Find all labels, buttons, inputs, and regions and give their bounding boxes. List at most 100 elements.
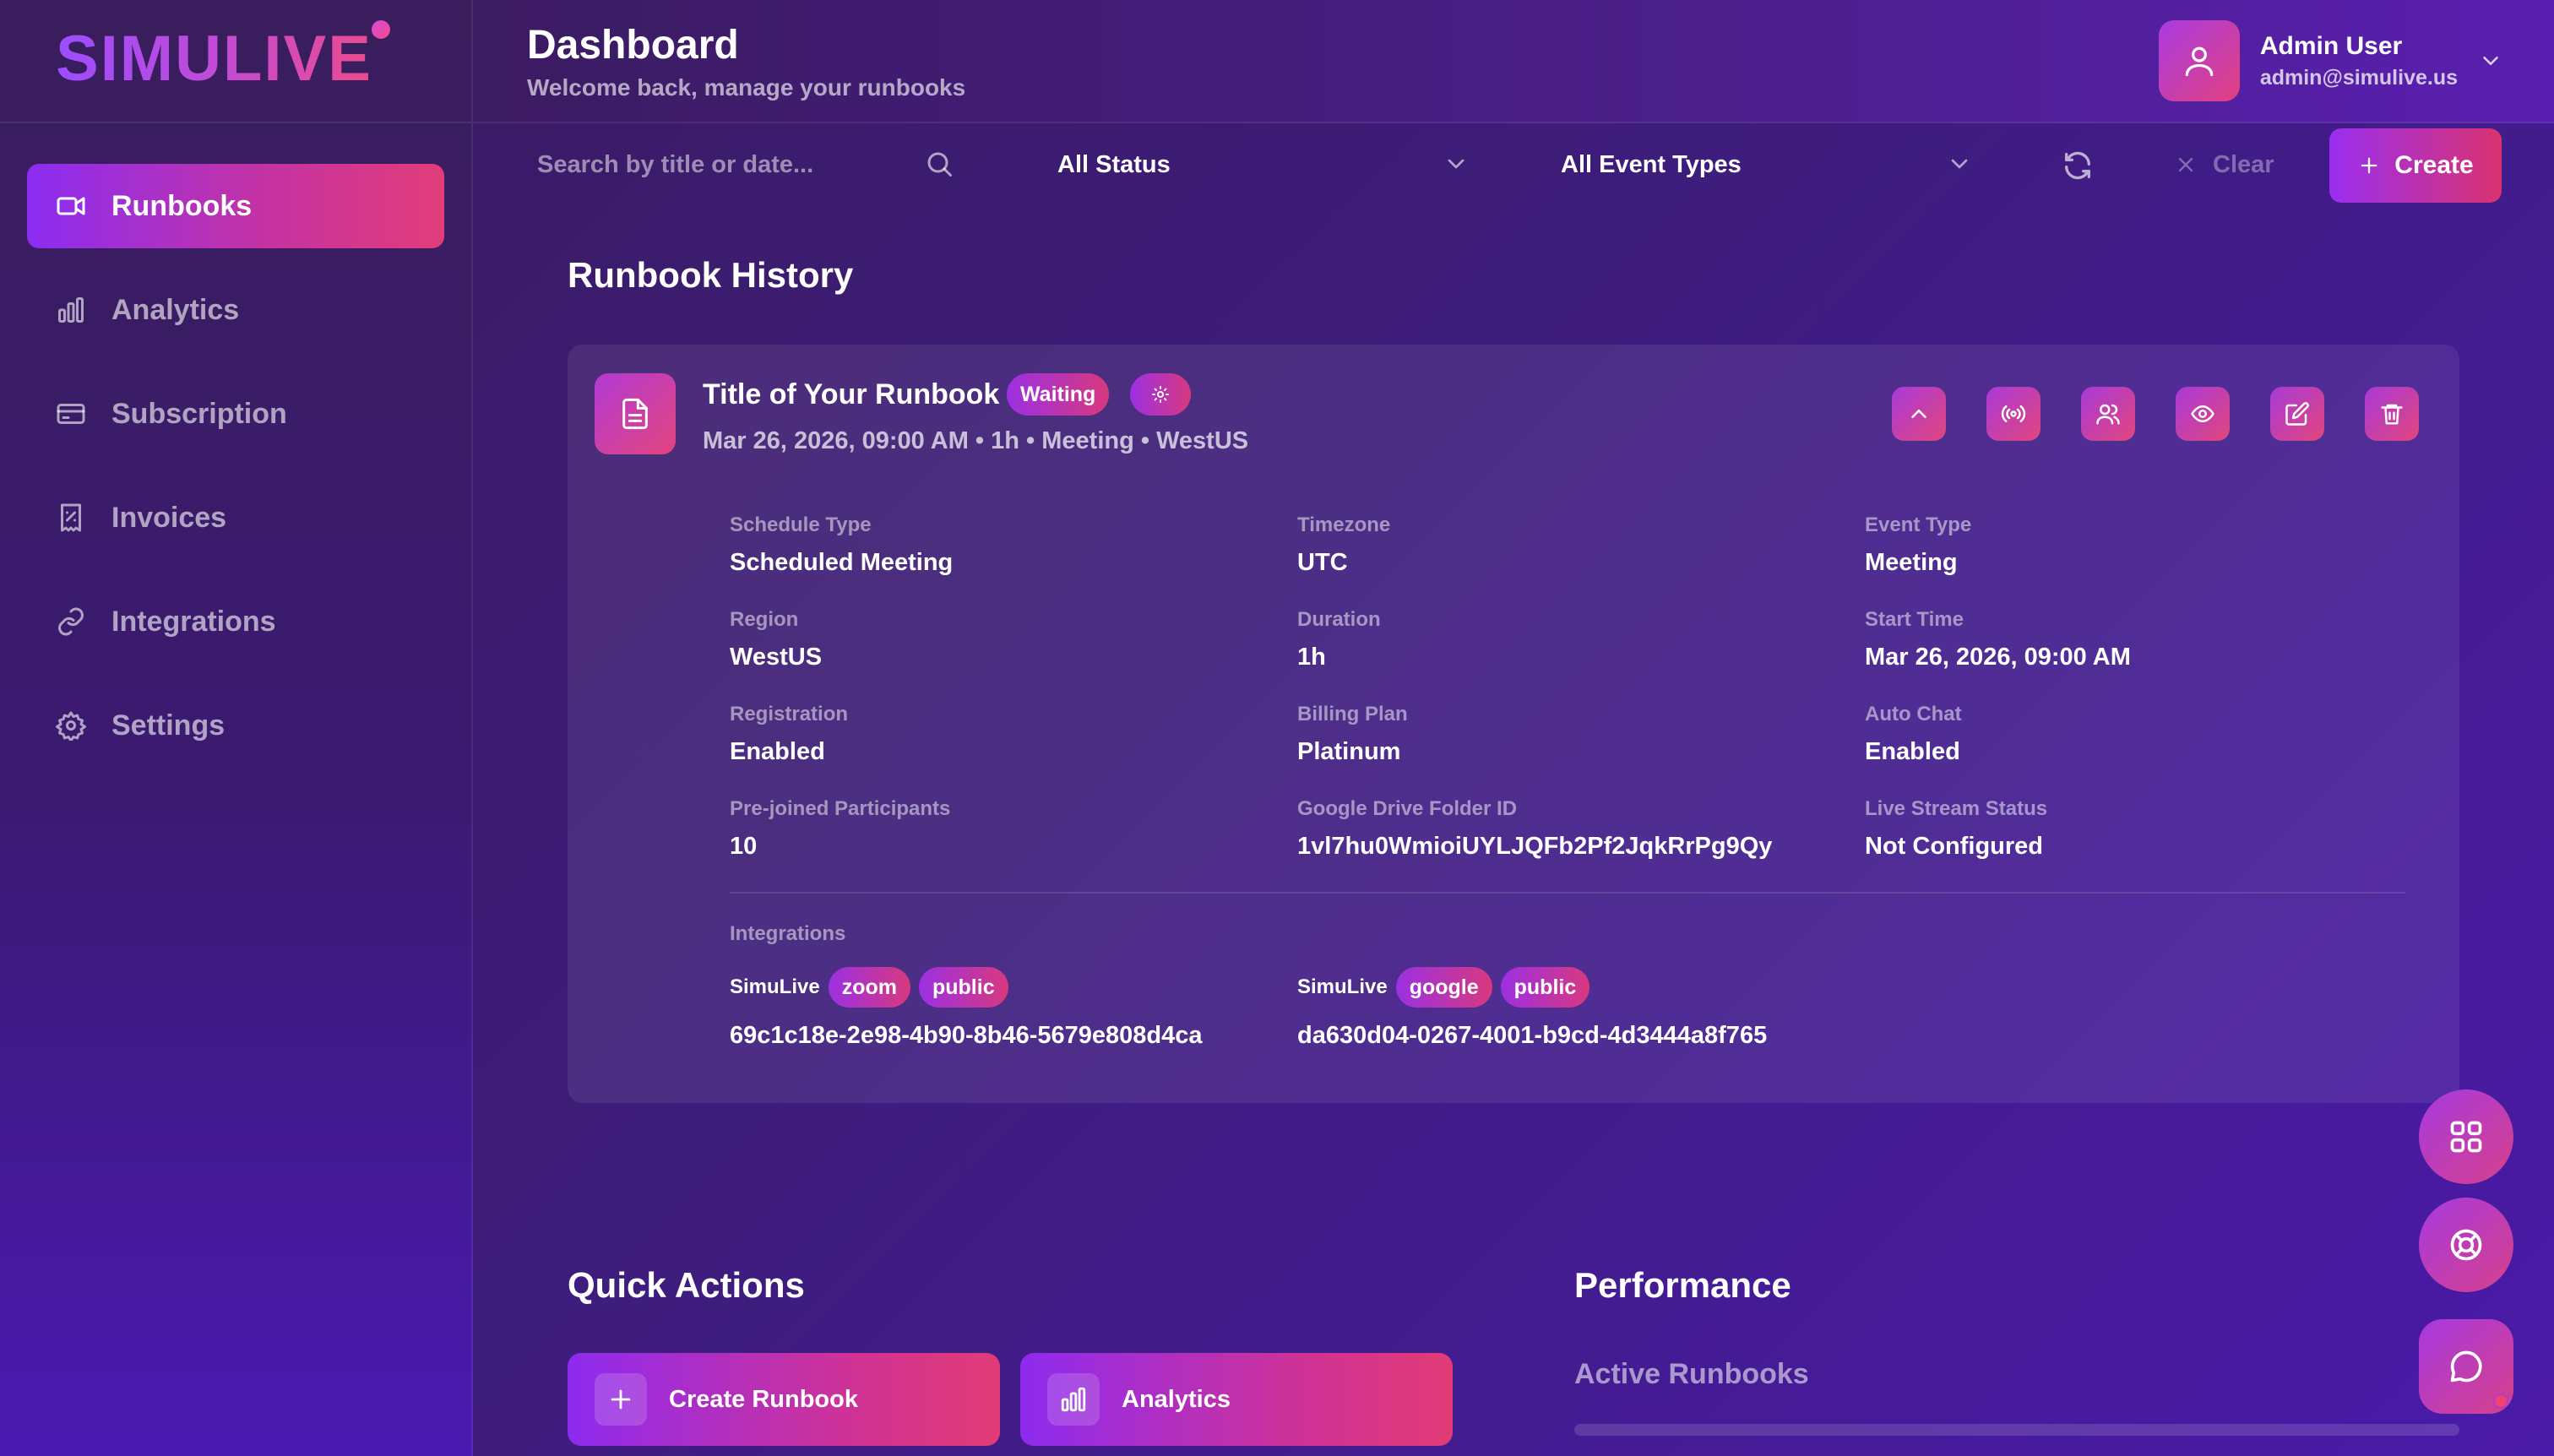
lifebuoy-icon (2450, 1229, 2482, 1261)
refresh-icon[interactable] (2061, 149, 2095, 182)
search-box (527, 135, 966, 194)
sidebar-item-settings[interactable]: Settings (27, 683, 444, 768)
user-info: Admin User admin@simulive.us (2260, 32, 2458, 90)
field-label: Pre-joined Participants (730, 797, 951, 820)
edit-button[interactable] (2270, 387, 2324, 441)
field-label: Live Stream Status (1865, 797, 2048, 820)
user-menu[interactable]: Admin User admin@simulive.us (2158, 20, 2503, 101)
event-type-filter-value: All Event Types (1561, 150, 1742, 178)
page-subtitle: Welcome back, manage your runbooks (527, 74, 966, 101)
document-icon (595, 373, 676, 454)
active-runbooks-label: Active Runbooks (1574, 1358, 1809, 1390)
field-registration: Registration Enabled (730, 703, 848, 766)
sidebar-item-runbooks[interactable]: Runbooks (27, 164, 444, 248)
integration-id: 69c1c18e-2e98-4b90-8b46-5679e808d4ca (730, 1022, 1203, 1049)
sidebar-item-label: Runbooks (111, 189, 253, 222)
create-button[interactable]: Create (2329, 128, 2502, 203)
status-badge: Waiting (1007, 373, 1110, 416)
gear-icon (1152, 386, 1169, 403)
integration-name: SimuLive (1297, 975, 1388, 998)
field-label: Start Time (1865, 608, 1964, 631)
field-label: Registration (730, 703, 849, 725)
clear-button[interactable]: Clear (2174, 135, 2301, 194)
integration-tag: zoom (828, 967, 910, 1008)
integrations-label: Integrations (730, 922, 846, 945)
integration-item: SimuLive zoom public 69c1c18e-2e98-4b90-… (730, 966, 1203, 1050)
sidebar-item-label: Invoices (111, 501, 227, 534)
broadcast-button[interactable] (1986, 387, 2040, 441)
avatar[interactable] (2158, 20, 2240, 101)
eye-icon (2191, 405, 2214, 422)
analytics-button[interactable]: Analytics (1020, 1353, 1453, 1446)
sidebar-item-integrations[interactable]: Integrations (27, 579, 444, 664)
chat-icon (2450, 1350, 2482, 1383)
view-button[interactable] (2176, 387, 2230, 441)
gear-icon (56, 711, 86, 741)
integration-tag: google (1395, 967, 1492, 1008)
sidebar-nav: Runbooks Analytics Subscription Invoices… (27, 164, 444, 787)
close-icon (2178, 157, 2193, 172)
integration-tag: public (1500, 967, 1590, 1008)
runbook-history-title: Runbook History (568, 255, 854, 295)
delete-button[interactable] (2365, 387, 2419, 441)
status-filter-select[interactable]: All Status (1057, 135, 1470, 194)
chevron-down-icon (1448, 159, 1464, 169)
field-label: Schedule Type (730, 513, 872, 536)
collapse-button[interactable] (1892, 387, 1946, 441)
create-runbook-button[interactable]: Create Runbook (568, 1353, 1000, 1446)
field-label: Timezone (1297, 513, 1391, 536)
field-value: Platinum (1297, 738, 1401, 765)
top-header: Dashboard Welcome back, manage your runb… (473, 0, 2554, 123)
apps-button[interactable] (2419, 1089, 2513, 1184)
search-icon[interactable] (924, 149, 954, 179)
grid-icon (2450, 1121, 2482, 1153)
sidebar-item-invoices[interactable]: Invoices (27, 475, 444, 560)
broadcast-icon (2001, 405, 2026, 422)
sidebar-item-label: Subscription (111, 397, 287, 430)
runbook-meta: Mar 26, 2026, 09:00 AM • 1h • Meeting • … (703, 427, 1249, 454)
user-icon (2185, 46, 2214, 77)
bar-chart-icon (58, 297, 84, 323)
field-auto-chat: Auto Chat Enabled (1865, 703, 1962, 766)
field-value: Enabled (1865, 738, 1960, 765)
plus-icon (2361, 157, 2377, 174)
chat-button[interactable] (2419, 1319, 2513, 1414)
notification-dot (2493, 1394, 2508, 1409)
field-label: Duration (1297, 608, 1381, 631)
field-google-drive-folder-id: Google Drive Folder ID 1vl7hu0WmioiUYLJQ… (1297, 797, 1772, 861)
integration-item: SimuLive google public da630d04-0267-400… (1297, 966, 1767, 1050)
sidebar-item-analytics[interactable]: Analytics (27, 268, 444, 352)
runbook-title[interactable]: Title of Your Runbook (703, 378, 999, 411)
bar-chart-icon (1047, 1373, 1100, 1426)
field-value: 1h (1297, 644, 1326, 671)
chevron-down-icon (1951, 159, 1968, 169)
sidebar: SIMULIVE Runbooks Analytics Subscription… (0, 0, 473, 1456)
user-email: admin@simulive.us (2259, 65, 2458, 90)
logo[interactable]: SIMULIVE (56, 22, 372, 95)
event-type-filter-select[interactable]: All Event Types (1561, 135, 1973, 194)
logo-dot (372, 20, 390, 39)
field-label: Billing Plan (1297, 703, 1408, 725)
users-icon (2096, 404, 2120, 425)
chevron-down-icon[interactable] (2478, 48, 2503, 73)
field-label: Event Type (1865, 513, 1972, 536)
plus-icon (595, 1373, 647, 1426)
field-value: UTC (1297, 549, 1348, 576)
field-label: Region (730, 608, 799, 631)
field-value: Enabled (730, 738, 825, 765)
divider (730, 892, 2405, 894)
help-button[interactable] (2419, 1198, 2513, 1292)
edit-icon (2285, 402, 2309, 426)
search-input[interactable] (537, 150, 909, 179)
integration-id: da630d04-0267-4001-b9cd-4d3444a8f765 (1297, 1022, 1768, 1049)
field-duration: Duration 1h (1297, 608, 1381, 671)
clear-label: Clear (2213, 150, 2274, 178)
field-timezone: Timezone UTC (1297, 513, 1390, 577)
sidebar-item-subscription[interactable]: Subscription (27, 372, 444, 456)
field-value: 1vl7hu0WmioiUYLJQFb2Pf2JqkRrPg9Qy (1297, 833, 1773, 860)
settings-badge[interactable] (1130, 373, 1191, 416)
receipt-icon (61, 503, 81, 532)
participants-button[interactable] (2081, 387, 2135, 441)
field-value: 10 (730, 833, 758, 860)
field-value: WestUS (730, 644, 823, 671)
